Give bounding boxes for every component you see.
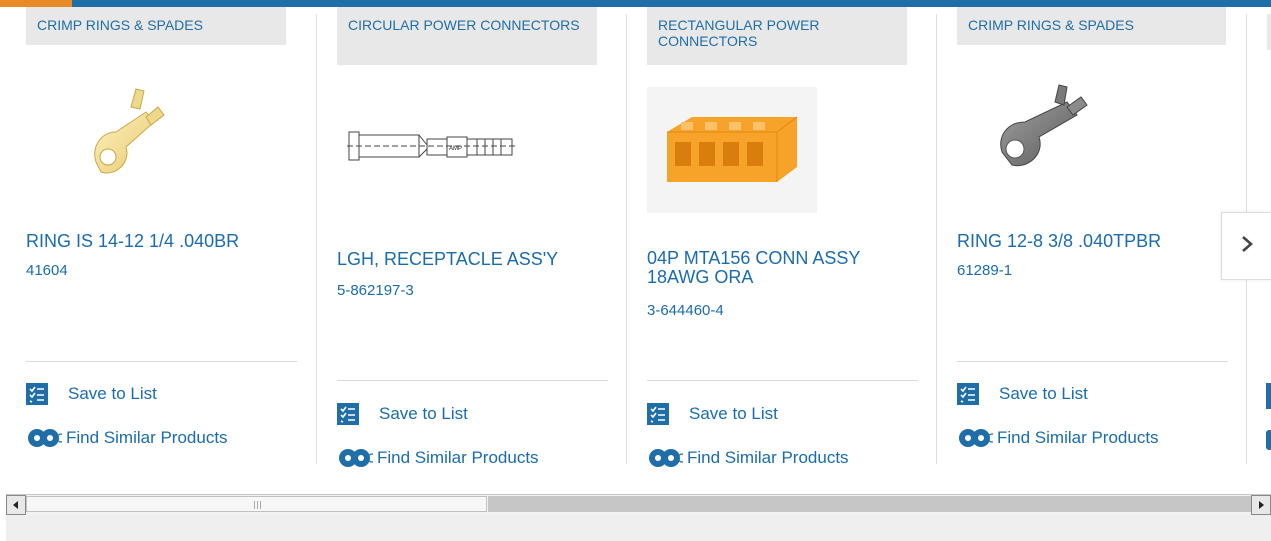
product-title[interactable]: RING IS 14-12 1/4 .040BR — [26, 231, 291, 251]
carousel-next-button[interactable] — [1221, 212, 1271, 280]
gold-ring-terminal-image — [94, 88, 165, 174]
category-label[interactable]: CRIMP RINGS & SPADES — [957, 7, 1226, 45]
gears-icon — [957, 427, 993, 449]
category-label[interactable]: RECTANGULAR POWER CONNECTORS — [647, 7, 907, 65]
checklist-icon — [957, 383, 979, 405]
find-similar-label: Find Similar Products — [66, 428, 228, 447]
divider — [26, 361, 297, 362]
divider — [957, 361, 1228, 362]
save-to-list-button[interactable]: Save to List — [337, 403, 468, 425]
gears-icon — [337, 447, 373, 469]
divider — [647, 380, 918, 381]
product-image[interactable] — [967, 77, 1147, 207]
save-to-list-button[interactable]: Save to List — [957, 383, 1088, 405]
part-number[interactable]: 61289-1 — [957, 262, 1012, 279]
find-similar-label: Find Similar Products — [687, 448, 849, 467]
checklist-icon — [647, 403, 669, 425]
find-similar-button[interactable]: Find Similar Products — [647, 447, 849, 469]
product-card-1: CRIMP RINGS & SPADES RING IS 14-12 1/4 .… — [26, 7, 297, 467]
product-image[interactable] — [647, 87, 827, 217]
save-to-list-label: Save to List — [379, 404, 468, 423]
category-label[interactable]: CIRCULAR POWER CONNECTORS — [337, 7, 597, 65]
gears-icon — [647, 447, 683, 469]
product-title[interactable]: 04P MTA156 CONN ASSY 18AWG ORA — [647, 249, 912, 287]
product-image[interactable] — [36, 77, 216, 207]
save-to-list-button[interactable]: Save to List — [26, 383, 157, 405]
save-to-list-label: Save to List — [689, 404, 778, 423]
amp-label: AMP — [449, 146, 462, 152]
part-number[interactable]: 5-862197-3 — [337, 282, 414, 299]
scrollbar-thumb[interactable] — [26, 496, 487, 512]
checklist-icon — [337, 403, 359, 425]
gears-icon — [26, 427, 62, 449]
find-similar-label: Find Similar Products — [997, 428, 1159, 447]
footer-area — [6, 515, 1271, 541]
part-number[interactable]: 41604 — [26, 262, 68, 279]
find-similar-label: Find Similar Products — [377, 448, 539, 467]
next-card-category-peek — [1267, 14, 1271, 50]
save-to-list-label: Save to List — [68, 384, 157, 403]
save-to-list-button[interactable]: Save to List — [647, 403, 778, 425]
top-accent-bar — [0, 0, 1271, 7]
divider — [337, 380, 608, 381]
column-divider — [626, 14, 627, 464]
find-similar-button[interactable]: Find Similar Products — [337, 447, 539, 469]
triangle-left-icon — [13, 501, 18, 509]
column-divider — [936, 14, 937, 464]
chevron-right-icon — [1240, 235, 1254, 258]
column-divider — [316, 14, 317, 464]
product-card-3: RECTANGULAR POWER CONNECTORS 04P MTA156 … — [647, 7, 918, 469]
horizontal-scrollbar[interactable] — [6, 494, 1271, 516]
triangle-right-icon — [1259, 501, 1264, 509]
orange-connector-image — [647, 87, 817, 213]
product-card-2: CIRCULAR POWER CONNECTORS AMP LGH, RECEP… — [337, 7, 608, 469]
scroll-left-button[interactable] — [6, 495, 26, 515]
find-similar-button[interactable]: Find Similar Products — [957, 427, 1159, 449]
find-similar-button[interactable]: Find Similar Products — [26, 427, 228, 449]
product-title[interactable]: LGH, RECEPTACLE ASS'Y — [337, 249, 602, 269]
product-card-4: CRIMP RINGS & SPADES RING 12-8 3/8 .040T… — [957, 7, 1228, 467]
active-indicator — [0, 0, 72, 7]
scroll-right-button[interactable] — [1251, 495, 1271, 515]
next-card-checklist-icon-peek — [1266, 383, 1271, 409]
next-card-gears-icon-peek — [1266, 430, 1271, 450]
checklist-icon — [26, 383, 48, 405]
save-to-list-label: Save to List — [999, 384, 1088, 403]
grip-icon — [254, 501, 262, 509]
receptacle-drawing-image: AMP — [347, 131, 517, 161]
category-label[interactable]: CRIMP RINGS & SPADES — [26, 7, 286, 45]
gray-ring-terminal-image — [1000, 84, 1088, 167]
product-image[interactable]: AMP — [347, 107, 527, 237]
product-title[interactable]: RING 12-8 3/8 .040TPBR — [957, 231, 1222, 251]
part-number[interactable]: 3-644460-4 — [647, 302, 724, 319]
scrollbar-track[interactable] — [488, 496, 1251, 512]
